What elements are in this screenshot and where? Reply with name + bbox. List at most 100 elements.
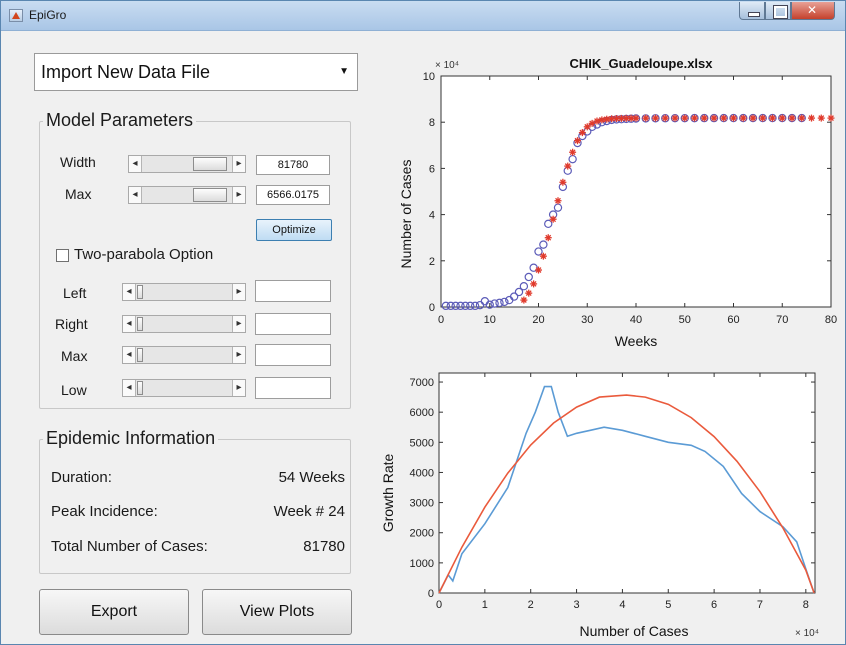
cases-x-tick-label: 0: [438, 314, 444, 326]
close-icon[interactable]: [791, 2, 835, 20]
slider-thumb[interactable]: [193, 157, 227, 171]
peak-value: Week # 24: [273, 503, 345, 520]
title-bar: EpiGro: [1, 1, 845, 31]
duration-label: Duration:: [51, 469, 112, 486]
fitted-point: [661, 114, 669, 122]
minimize-icon[interactable]: [739, 2, 765, 20]
total-value: 81780: [303, 538, 345, 555]
left-value-field[interactable]: [255, 280, 331, 302]
low-value-field[interactable]: [255, 377, 331, 399]
growth-x-tick-label: 2: [528, 599, 534, 611]
growth-x-tick-label: 0: [436, 599, 442, 611]
cases-chart: CHIK_Guadeloupe.xlsx × 10⁴ Weeks Number …: [401, 56, 837, 349]
slider-left-arrow-icon[interactable]: ◂: [123, 316, 136, 332]
slider-right-arrow-icon[interactable]: ▸: [232, 187, 245, 203]
two-parabola-checkbox[interactable]: [56, 249, 69, 262]
import-dropdown[interactable]: Import New Data File ▼: [34, 53, 358, 91]
right-value-field[interactable]: [255, 313, 331, 335]
cases-x-tick-label: 50: [679, 314, 691, 326]
growth-plot-area: [438, 372, 816, 594]
app-icon: [9, 9, 23, 22]
cases-y-tick-label: 0: [429, 302, 435, 314]
growth-y-tick-label: 1000: [410, 558, 434, 570]
growth-x-tick-label: 7: [757, 599, 763, 611]
low-label: Low: [61, 382, 87, 398]
growth-x-exponent: × 10⁴: [795, 628, 819, 639]
view-plots-button[interactable]: View Plots: [202, 589, 352, 635]
max-label: Max: [65, 186, 92, 202]
fitted-point: [798, 114, 806, 122]
slider-left-arrow-icon[interactable]: ◂: [129, 187, 142, 203]
max2-label: Max: [61, 348, 88, 364]
peak-label: Peak Incidence:: [51, 503, 158, 520]
total-label: Total Number of Cases:: [51, 538, 208, 555]
slider-thumb[interactable]: [193, 188, 227, 202]
cases-y-tick-label: 6: [429, 163, 435, 175]
cases-plot-area: [440, 75, 832, 308]
max-value-field[interactable]: 6566.0175: [256, 185, 330, 205]
slider-left-arrow-icon[interactable]: ◂: [123, 347, 136, 363]
max2-slider[interactable]: ◂ ▸: [122, 346, 246, 364]
cases-y-exponent: × 10⁴: [435, 60, 459, 71]
slider-left-arrow-icon[interactable]: ◂: [123, 380, 136, 396]
growth-rate-chart: Number of Cases Growth Rate × 10⁴ 0 1 2 3 4 5…: [381, 372, 819, 639]
growth-y-tick-label: 6000: [410, 407, 434, 419]
right-label: Right: [55, 316, 88, 332]
fitted-point: [778, 114, 786, 122]
fitted-point: [827, 114, 835, 122]
fitted-point: [730, 114, 737, 122]
cases-x-tick-label: 60: [727, 314, 739, 326]
width-slider[interactable]: ◂ ▸: [128, 155, 246, 173]
width-label: Width: [60, 154, 96, 170]
growth-x-tick-label: 1: [482, 599, 488, 611]
max-slider[interactable]: ◂ ▸: [128, 186, 246, 204]
max2-value-field[interactable]: [255, 344, 331, 366]
growth-x-tick-label: 8: [803, 599, 809, 611]
fitted-point: [759, 114, 767, 122]
growth-y-tick-label: 4000: [410, 467, 434, 479]
fitted-point: [739, 114, 747, 122]
growth-x-tick-label: 4: [619, 599, 625, 611]
epidemic-info-title: Epidemic Information: [43, 428, 219, 449]
cases-y-label: Number of Cases: [401, 160, 414, 269]
fitted-point: [817, 114, 825, 122]
export-button[interactable]: Export: [39, 589, 189, 635]
slider-right-arrow-icon[interactable]: ▸: [232, 316, 245, 332]
fitted-point: [710, 114, 718, 122]
fitted-point: [691, 114, 698, 122]
width-value-field[interactable]: 81780: [256, 155, 330, 175]
cases-x-label: Weeks: [615, 333, 658, 349]
app-window: EpiGro Import New Data File ▼ Model Para…: [0, 0, 846, 645]
fitted-point: [749, 114, 757, 122]
slider-thumb[interactable]: [137, 285, 143, 299]
dropdown-selected: Import New Data File: [41, 62, 211, 82]
slider-right-arrow-icon[interactable]: ▸: [232, 284, 245, 300]
slider-right-arrow-icon[interactable]: ▸: [232, 347, 245, 363]
cases-y-tick-label: 2: [429, 256, 435, 268]
fitted-point: [808, 114, 815, 122]
fitted-point: [720, 114, 728, 122]
cases-y-tick-label: 4: [429, 210, 435, 222]
slider-right-arrow-icon[interactable]: ▸: [232, 156, 245, 172]
slider-thumb[interactable]: [137, 348, 143, 362]
cases-chart-title: CHIK_Guadeloupe.xlsx: [569, 56, 713, 71]
growth-y-label: Growth Rate: [381, 453, 396, 532]
fitted-point: [671, 114, 679, 122]
slider-thumb[interactable]: [137, 381, 143, 395]
slider-left-arrow-icon[interactable]: ◂: [123, 284, 136, 300]
growth-y-tick-label: 5000: [410, 437, 434, 449]
growth-x-tick-label: 3: [573, 599, 579, 611]
optimize-button[interactable]: Optimize: [256, 219, 332, 241]
maximize-icon[interactable]: [765, 2, 791, 20]
cases-x-tick-label: 20: [532, 314, 544, 326]
slider-thumb[interactable]: [137, 317, 143, 331]
duration-value: 54 Weeks: [278, 469, 345, 486]
left-slider[interactable]: ◂ ▸: [122, 283, 246, 301]
growth-y-tick-label: 3000: [410, 498, 434, 510]
cases-x-tick-label: 80: [825, 314, 837, 326]
slider-right-arrow-icon[interactable]: ▸: [232, 380, 245, 396]
chevron-down-icon: ▼: [339, 66, 349, 77]
low-slider[interactable]: ◂ ▸: [122, 379, 246, 397]
slider-left-arrow-icon[interactable]: ◂: [129, 156, 142, 172]
right-slider[interactable]: ◂ ▸: [122, 315, 246, 333]
